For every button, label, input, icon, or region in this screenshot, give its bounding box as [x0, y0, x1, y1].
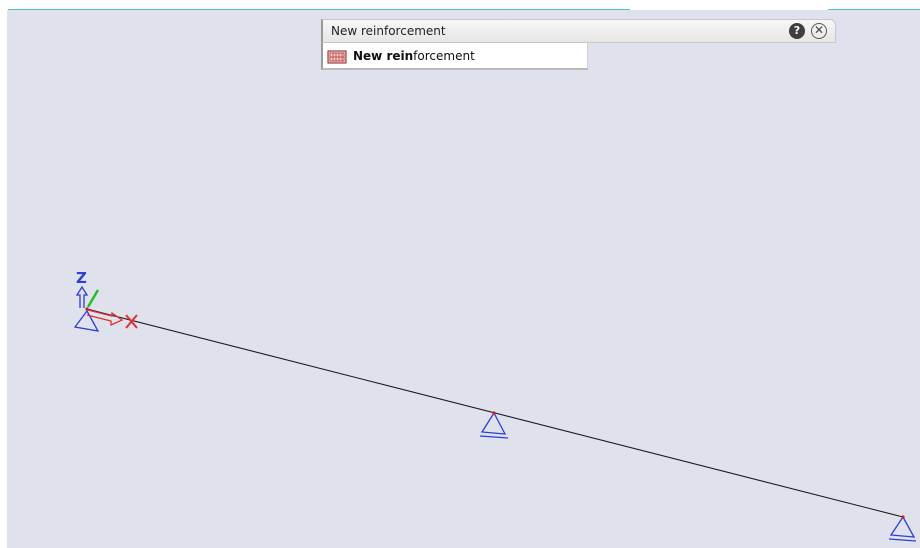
question-circle-icon[interactable]: ?: [789, 23, 805, 39]
y-axis-arrow: [86, 289, 100, 308]
support-right[interactable]: [888, 515, 917, 542]
x-axis-arrow: [86, 309, 124, 327]
support-left[interactable]: [73, 309, 100, 332]
command-list: New reinforcement: [321, 43, 588, 70]
structure-scene[interactable]: Z: [0, 0, 920, 548]
close-circle-icon[interactable]: ✕: [811, 23, 827, 39]
panel-title: New reinforcement: [331, 24, 446, 38]
new-reinforcement-item[interactable]: New reinforcement: [327, 46, 585, 66]
z-axis-label: Z: [76, 269, 87, 287]
label-rest: forcement: [413, 49, 475, 63]
node-middle[interactable]: [492, 411, 496, 415]
command-panel: New reinforcement ? ✕: [321, 19, 836, 43]
z-axis-arrow: [75, 285, 89, 308]
support-middle[interactable]: [479, 411, 509, 439]
new-reinforcement-label: New reinforcement: [353, 49, 475, 63]
reinforcement-icon: [327, 49, 347, 64]
node-right[interactable]: [901, 515, 905, 519]
label-match: New rein: [353, 49, 414, 63]
